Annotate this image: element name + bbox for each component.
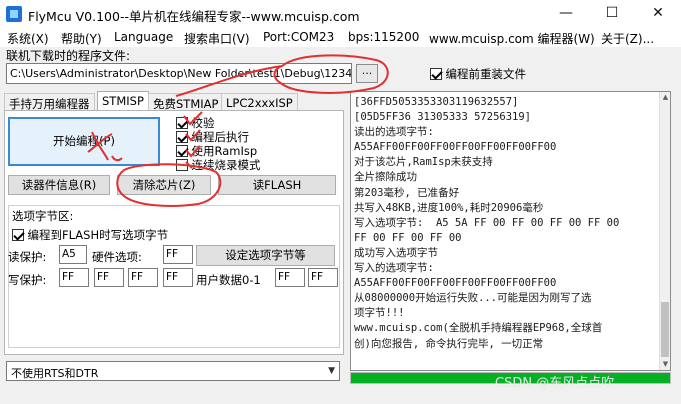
scroll-down-icon[interactable]: ▼ <box>661 360 670 368</box>
menu-programmer[interactable]: www.mcuisp.com 编程器(W) <box>429 30 595 47</box>
continuous-checkbox-box[interactable] <box>176 159 188 171</box>
write-protect-label: 写保护: <box>8 273 47 287</box>
menu-about[interactable]: 关于(Z)... <box>601 30 654 47</box>
tab-stmisp[interactable]: STMISP <box>97 91 149 111</box>
log-line: 读出的选项字节: <box>354 126 434 139</box>
flymcu-window: FlyMcu V0.100--单片机在线编程专家--www.mcuisp.com… <box>0 0 681 404</box>
verify-checkbox-box[interactable] <box>176 117 188 129</box>
menu-language[interactable]: Language <box>114 30 173 44</box>
menu-help[interactable]: 帮助(Y) <box>61 30 102 47</box>
write-option-checkbox-box[interactable] <box>12 229 24 241</box>
title-bar: FlyMcu V0.100--单片机在线编程专家--www.mcuisp.com… <box>0 0 681 28</box>
tab-lpc2xxxisp[interactable]: LPC2xxxISP <box>221 93 298 111</box>
user-data-field-1[interactable]: FF <box>308 268 338 287</box>
log-line: 项字节!!! <box>354 307 405 320</box>
hardware-option-field[interactable]: FF <box>163 245 193 264</box>
chevron-down-icon: ▼ <box>328 366 335 376</box>
browse-file-button[interactable]: ... <box>356 64 378 83</box>
reload-before-program-checkbox[interactable]: 编程前重装文件 <box>430 66 526 82</box>
log-line: [05D5FF36 31305333 57256319] <box>354 111 532 124</box>
menu-bar: 系统(X) 帮助(Y) Language 搜索串口(V) Port:COM23 … <box>0 28 681 47</box>
file-label: 联机下载时的程序文件: <box>6 49 131 63</box>
hardware-option-label: 硬件选项: <box>92 250 142 264</box>
log-scrollbar[interactable]: ▲ ▼ <box>659 92 670 370</box>
write-protect-field-1[interactable]: FF <box>94 268 124 287</box>
read-protect-field[interactable]: A5 <box>59 245 87 264</box>
close-button[interactable]: ✕ <box>635 0 681 28</box>
log-line: 对于该芯片,RamIsp未获支持 <box>354 156 493 169</box>
tab-handheld-programmer[interactable]: 手持万用编程器 <box>4 93 95 111</box>
ramisp-checkbox-box[interactable] <box>176 145 188 157</box>
write-option-bytes-checkbox[interactable]: 编程到FLASH时写选项字节 <box>12 227 168 243</box>
read-protect-label: 读保护: <box>8 250 47 264</box>
write-protect-field-2[interactable]: FF <box>128 268 158 287</box>
read-flash-button[interactable]: 读FLASH <box>218 175 336 195</box>
log-lines: [36FFD5053353303119632557] [05D5FF36 3130… <box>354 95 659 352</box>
scroll-thumb[interactable] <box>661 302 669 357</box>
continuous-burn-checkbox[interactable]: 连续烧录模式 <box>176 157 261 173</box>
rts-dtr-select[interactable]: 不使用RTS和DTR ▼ <box>6 361 340 381</box>
option-bytes-title: 选项字节区: <box>12 209 74 223</box>
log-line: 创)向您报告, 命令执行完毕, 一切正常 <box>354 337 544 350</box>
run-after-checkbox-box[interactable] <box>176 131 188 143</box>
user-data-label: 用户数据0-1 <box>196 273 261 287</box>
write-protect-field-3[interactable]: FF <box>163 268 193 287</box>
menu-port[interactable]: Port:COM23 <box>263 30 334 44</box>
ramisp-label: 使用RamIsp <box>191 144 258 158</box>
reload-checkbox-label: 编程前重装文件 <box>445 67 527 81</box>
log-line: A55AFF00FF00FF00FF00FF00FF00FF00 <box>354 277 557 290</box>
scroll-up-icon[interactable]: ▲ <box>661 93 670 101</box>
menu-bps[interactable]: bps:115200 <box>348 30 419 44</box>
menu-system[interactable]: 系统(X) <box>7 30 49 47</box>
user-data-field-0[interactable]: FF <box>275 268 305 287</box>
log-line: [36FFD5053353303119632557] <box>354 96 519 108</box>
run-after-label: 编程后执行 <box>191 130 250 144</box>
log-line: 全片擦除成功 <box>354 171 417 184</box>
write-protect-field-0[interactable]: FF <box>59 268 89 287</box>
start-programming-button[interactable]: 开始编程(P) <box>8 117 160 166</box>
log-line: A55AFF00FF00FF00FF00FF00FF00FF00 <box>354 141 557 154</box>
read-device-info-button[interactable]: 读器件信息(R) <box>8 175 110 195</box>
log-output-panel[interactable]: [36FFD5053353303119632557] [05D5FF36 3130… <box>350 91 671 371</box>
menu-search-port[interactable]: 搜索串口(V) <box>184 30 250 47</box>
window-title: FlyMcu V0.100--单片机在线编程专家--www.mcuisp.com <box>28 9 360 24</box>
log-line: 写入的选项字节: <box>354 262 434 275</box>
csdn-watermark: CSDN @东风点点吹 <box>495 376 615 391</box>
minimize-button[interactable]: — <box>543 0 589 28</box>
log-line: 成功写入选项字节 <box>354 246 438 259</box>
erase-chip-button[interactable]: 清除芯片(Z) <box>117 175 211 195</box>
rts-dtr-selected-value: 不使用RTS和DTR <box>11 367 99 380</box>
log-line: 写入选项字节: A5 5A FF 00 FF 00 FF 00 FF 00 <box>354 216 620 229</box>
flymcu-app-icon <box>6 6 22 22</box>
verify-label: 校验 <box>191 116 215 130</box>
log-line: 从08000000开始运行失败...可能是因为刚写了选 <box>354 292 592 305</box>
maximize-button[interactable]: ☐ <box>589 0 635 28</box>
log-line: www.mcuisp.com(全脱机手持编程器EP968,全球首 <box>354 322 603 335</box>
log-line: FF 00 FF 00 FF 00 <box>354 231 462 244</box>
continuous-label: 连续烧录模式 <box>191 158 261 172</box>
set-option-bytes-button[interactable]: 设定选项字节等 <box>196 245 335 266</box>
reload-checkbox-box[interactable] <box>430 68 442 80</box>
log-line: 第203毫秒, 已准备好 <box>354 186 460 199</box>
write-option-label: 编程到FLASH时写选项字节 <box>27 228 169 242</box>
tab-free-stmiap[interactable]: 免费STMIAP <box>148 93 224 111</box>
log-line: 共写入48KB,进度100%,耗时20906毫秒 <box>354 201 544 214</box>
hex-file-path-input[interactable]: C:\Users\Administrator\Desktop\New Folde… <box>6 63 352 84</box>
